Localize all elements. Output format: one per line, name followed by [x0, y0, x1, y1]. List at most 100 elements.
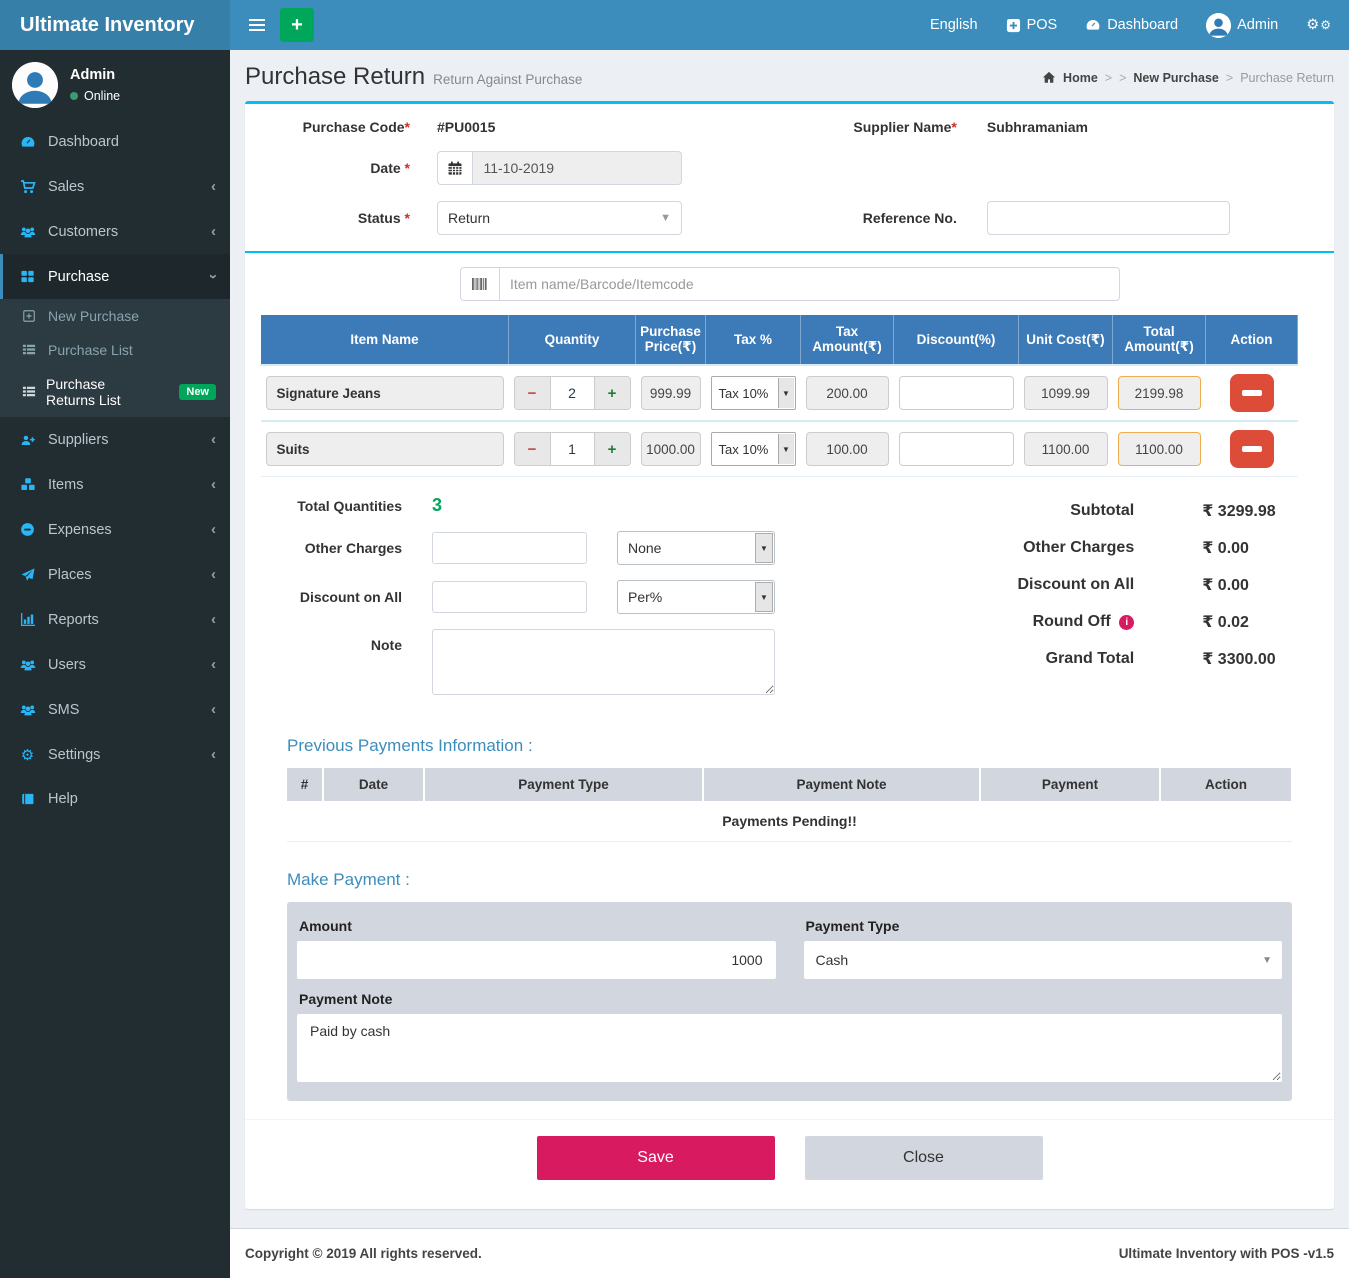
page-footer: Copyright © 2019 All rights reserved. Ul…: [230, 1228, 1349, 1278]
sidebar-item-sales[interactable]: Sales ‹: [0, 164, 230, 209]
caret-down-icon: ▼: [1262, 955, 1272, 966]
quick-add-button[interactable]: +: [280, 8, 314, 42]
home-icon: [1042, 71, 1056, 84]
discount-input[interactable]: [899, 432, 1014, 466]
sidebar-toggle-icon[interactable]: [244, 12, 270, 38]
purchase-code-label: Purchase Code*: [260, 119, 410, 135]
tax-amount-input[interactable]: [806, 432, 889, 466]
list-icon: [22, 385, 36, 400]
make-payment-panel: Amount Payment Type Cash ▼ Payment Note: [287, 902, 1292, 1101]
reference-no-input[interactable]: [987, 201, 1230, 235]
cubes-icon: [19, 477, 36, 493]
total-amount-input[interactable]: [1118, 432, 1201, 466]
bar-chart-icon: [19, 612, 36, 628]
item-search-input[interactable]: [499, 267, 1120, 301]
payment-note-textarea[interactable]: Paid by cash: [297, 1014, 1282, 1082]
unit-cost-input[interactable]: [1024, 432, 1108, 466]
language-menu[interactable]: English: [930, 17, 978, 33]
tax-select[interactable]: Tax 10% ▼: [711, 432, 796, 466]
pos-link[interactable]: POS: [1006, 17, 1058, 33]
sidebar-item-sms[interactable]: SMS ‹: [0, 687, 230, 732]
sidebar-item-purchase[interactable]: Purchase ›: [0, 254, 230, 299]
status-select[interactable]: Return ▼: [437, 201, 682, 235]
qty-input[interactable]: [551, 433, 594, 465]
amount-label: Amount: [299, 918, 776, 934]
sidebar-nav: Dashboard Sales ‹ Customers ‹ Purchase ›: [0, 120, 230, 821]
total-amount-input[interactable]: [1118, 376, 1201, 410]
sidebar-item-purchase-returns-list[interactable]: Purchase Returns List New: [0, 367, 230, 417]
supplier-name-value: Subhramaniam: [987, 119, 1088, 135]
chevron-left-icon: ‹: [211, 178, 216, 195]
qty-decrement-button[interactable]: −: [515, 377, 551, 409]
payments-empty-row: Payments Pending!!: [287, 801, 1292, 842]
amount-input[interactable]: [297, 941, 776, 979]
payment-note-label: Payment Note: [299, 991, 1282, 1007]
other-charges-input[interactable]: [432, 532, 587, 564]
sidebar-item-items[interactable]: Items ‹: [0, 462, 230, 507]
discount-input[interactable]: [899, 376, 1014, 410]
discount-summary-label: Discount on All: [874, 576, 1134, 594]
users-icon: [19, 657, 36, 673]
sidebar-item-reports[interactable]: Reports ‹: [0, 597, 230, 642]
note-textarea[interactable]: [432, 629, 775, 695]
discount-type-select[interactable]: Per% ▼: [617, 580, 775, 614]
online-status-dot: [70, 92, 78, 100]
dashboard-link[interactable]: Dashboard: [1085, 17, 1178, 33]
sidebar-item-dashboard[interactable]: Dashboard: [0, 120, 230, 164]
remove-row-button[interactable]: [1230, 374, 1274, 412]
purchase-price-input[interactable]: [641, 432, 701, 466]
sidebar-item-new-purchase[interactable]: New Purchase: [0, 299, 230, 333]
qty-increment-button[interactable]: +: [594, 377, 630, 409]
discount-on-all-input[interactable]: [432, 581, 587, 613]
chevron-left-icon: ‹: [211, 656, 216, 673]
chevron-left-icon: ‹: [211, 223, 216, 240]
sidebar-item-users[interactable]: Users ‹: [0, 642, 230, 687]
other-charges-select[interactable]: None ▼: [617, 531, 775, 565]
caret-down-icon: ▼: [660, 212, 671, 224]
payment-type-label: Payment Type: [806, 918, 1283, 934]
other-charges-summary-label: Other Charges: [874, 539, 1134, 557]
sidebar-item-places[interactable]: Places ‹: [0, 552, 230, 597]
tax-amount-input[interactable]: [806, 376, 889, 410]
info-icon[interactable]: i: [1119, 615, 1134, 630]
sidebar-item-suppliers[interactable]: Suppliers ‹: [0, 417, 230, 462]
chevron-left-icon: ‹: [211, 431, 216, 448]
purchase-submenu: New Purchase Purchase List Purchase Retu…: [0, 299, 230, 417]
settings-gear-icon[interactable]: ⚙⚙: [1306, 18, 1331, 33]
sidebar-item-settings[interactable]: ⚙ Settings ‹: [0, 732, 230, 777]
save-button[interactable]: Save: [537, 1136, 775, 1180]
quantity-stepper: − +: [514, 432, 631, 466]
sidebar-item-customers[interactable]: Customers ‹: [0, 209, 230, 254]
unit-cost-input[interactable]: [1024, 376, 1108, 410]
plus-square-icon: [1006, 18, 1021, 33]
payment-type-select[interactable]: Cash ▼: [804, 941, 1283, 979]
date-input[interactable]: [472, 151, 682, 185]
item-name-input[interactable]: [266, 376, 504, 410]
item-name-input[interactable]: [266, 432, 504, 466]
grand-total-value: ₹ 3300.00: [1202, 649, 1275, 669]
purchase-price-input[interactable]: [641, 376, 701, 410]
remove-row-button[interactable]: [1230, 430, 1274, 468]
breadcrumb-home[interactable]: Home: [1063, 71, 1098, 85]
sidebar-item-help[interactable]: Help: [0, 777, 230, 821]
qty-increment-button[interactable]: +: [594, 433, 630, 465]
items-table: Item Name Quantity Purchase Price(₹) Tax…: [260, 315, 1298, 477]
total-quantities-value: 3: [432, 495, 442, 516]
book-icon: [19, 791, 36, 807]
calendar-icon[interactable]: [437, 151, 472, 185]
list-icon: [22, 343, 38, 358]
subtotal-label: Subtotal: [874, 502, 1134, 520]
brand-logo[interactable]: Ultimate Inventory: [0, 0, 230, 50]
plus-square-icon: [22, 309, 38, 324]
sidebar-item-expenses[interactable]: Expenses ‹: [0, 507, 230, 552]
sidebar-item-purchase-list[interactable]: Purchase List: [0, 333, 230, 367]
close-button[interactable]: Close: [805, 1136, 1043, 1180]
user-menu[interactable]: Admin: [1206, 13, 1278, 38]
qty-input[interactable]: [551, 377, 594, 409]
tax-select[interactable]: Tax 10% ▼: [711, 376, 796, 410]
breadcrumb-new-purchase[interactable]: New Purchase: [1133, 71, 1218, 85]
barcode-icon: [460, 267, 499, 301]
online-status-label[interactable]: Online: [84, 89, 120, 103]
chevron-left-icon: ‹: [211, 521, 216, 538]
qty-decrement-button[interactable]: −: [515, 433, 551, 465]
